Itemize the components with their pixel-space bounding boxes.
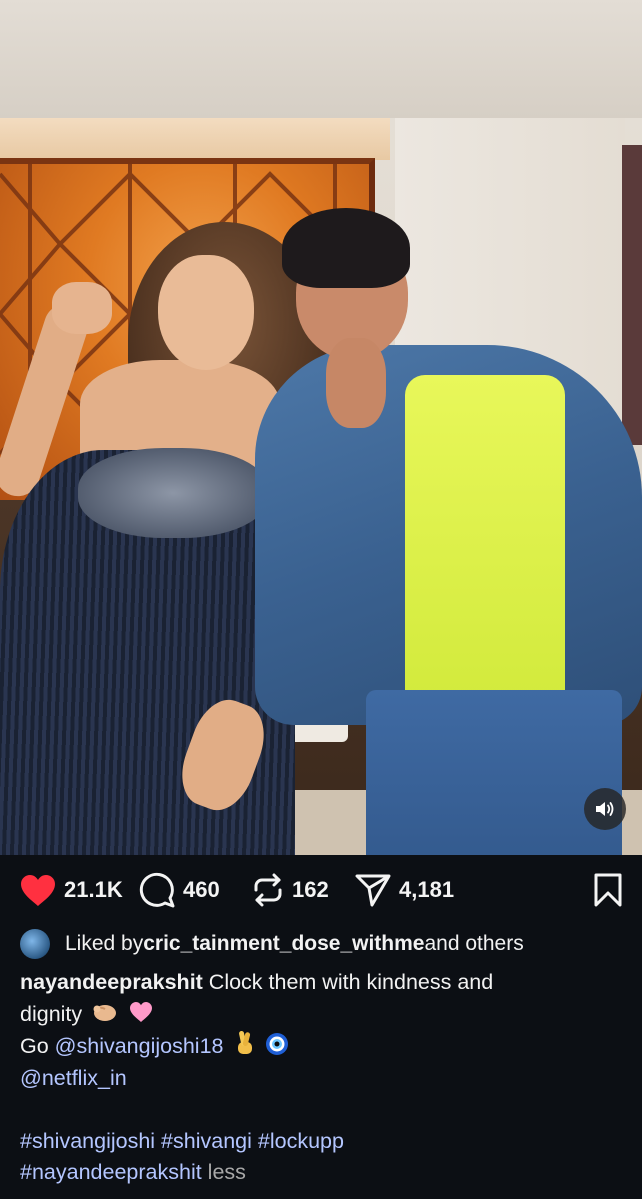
action-bar: 21.1K 460 162 4,181	[0, 855, 642, 925]
caption-line: #shivangijoshi #shivangi #lockupp	[20, 1126, 620, 1158]
caption-line: dignity	[20, 999, 620, 1031]
caption-text: dignity	[20, 1001, 83, 1026]
caption-line: nayandeeprakshit Clock them with kindnes…	[20, 967, 620, 999]
hashtag-link[interactable]: #shivangijoshi	[20, 1129, 155, 1153]
caption-text: Clock them with kindness and	[202, 970, 494, 994]
man-jeans	[366, 690, 622, 855]
save-button[interactable]	[592, 873, 624, 912]
share-button[interactable]: 4,181	[355, 872, 454, 908]
comment-bubble-icon	[139, 872, 175, 908]
man-neon-shirt	[405, 375, 565, 705]
caption-text: Go	[20, 1034, 55, 1058]
hashtag-link[interactable]: #lockupp	[258, 1129, 344, 1153]
man-hair	[282, 208, 410, 288]
door	[622, 145, 642, 445]
like-button[interactable]: 21.1K	[20, 872, 123, 908]
send-icon	[355, 874, 391, 907]
caption-line: #nayandeeprakshit less	[20, 1157, 620, 1189]
bookmark-icon	[594, 873, 622, 907]
post-caption: nayandeeprakshit Clock them with kindnes…	[20, 967, 620, 1189]
repost-icon	[254, 873, 282, 907]
mention-link[interactable]: @shivangijoshi18	[55, 1034, 224, 1058]
post-media[interactable]	[0, 0, 642, 855]
like-count: 21.1K	[64, 877, 123, 902]
liked-by-suffix[interactable]: and others	[424, 932, 523, 956]
caption-author[interactable]: nayandeeprakshit	[20, 970, 203, 994]
comment-button[interactable]: 460	[139, 872, 220, 908]
woman-fist	[52, 282, 112, 334]
man-hand	[326, 338, 386, 428]
share-count: 4,181	[399, 877, 455, 902]
sound-toggle-button[interactable]	[584, 788, 626, 830]
ceiling	[0, 0, 642, 118]
repost-count: 162	[292, 877, 329, 902]
comment-count: 460	[183, 877, 220, 902]
speaker-icon	[596, 802, 614, 816]
hashtag-link[interactable]: #shivangi	[161, 1129, 252, 1153]
nazar-amulet-emoji	[266, 1033, 289, 1055]
liked-by-row: Liked by cric_tainment_dose_withme and o…	[20, 927, 524, 961]
heart-filled-icon	[21, 874, 55, 906]
avatar[interactable]	[20, 929, 50, 959]
soffit	[0, 118, 390, 160]
liked-by-prefix: Liked by	[65, 932, 144, 955]
pink-heart-emoji	[130, 1001, 153, 1022]
woman-face	[158, 255, 254, 370]
hashtag-link[interactable]: #nayandeeprakshit	[20, 1160, 202, 1184]
dress-ruffle	[78, 448, 268, 538]
pinching-hand-emoji	[93, 1004, 117, 1021]
caption-line: Go @shivangijoshi18	[20, 1030, 620, 1063]
less-toggle[interactable]: less	[202, 1160, 246, 1184]
repost-button[interactable]: 162	[252, 872, 329, 908]
liked-by-username[interactable]: cric_tainment_dose_withme	[143, 932, 424, 956]
caption-line: @netflix_in	[20, 1063, 620, 1095]
crossed-fingers-emoji	[238, 1030, 253, 1054]
mention-link[interactable]: @netflix_in	[20, 1066, 127, 1090]
